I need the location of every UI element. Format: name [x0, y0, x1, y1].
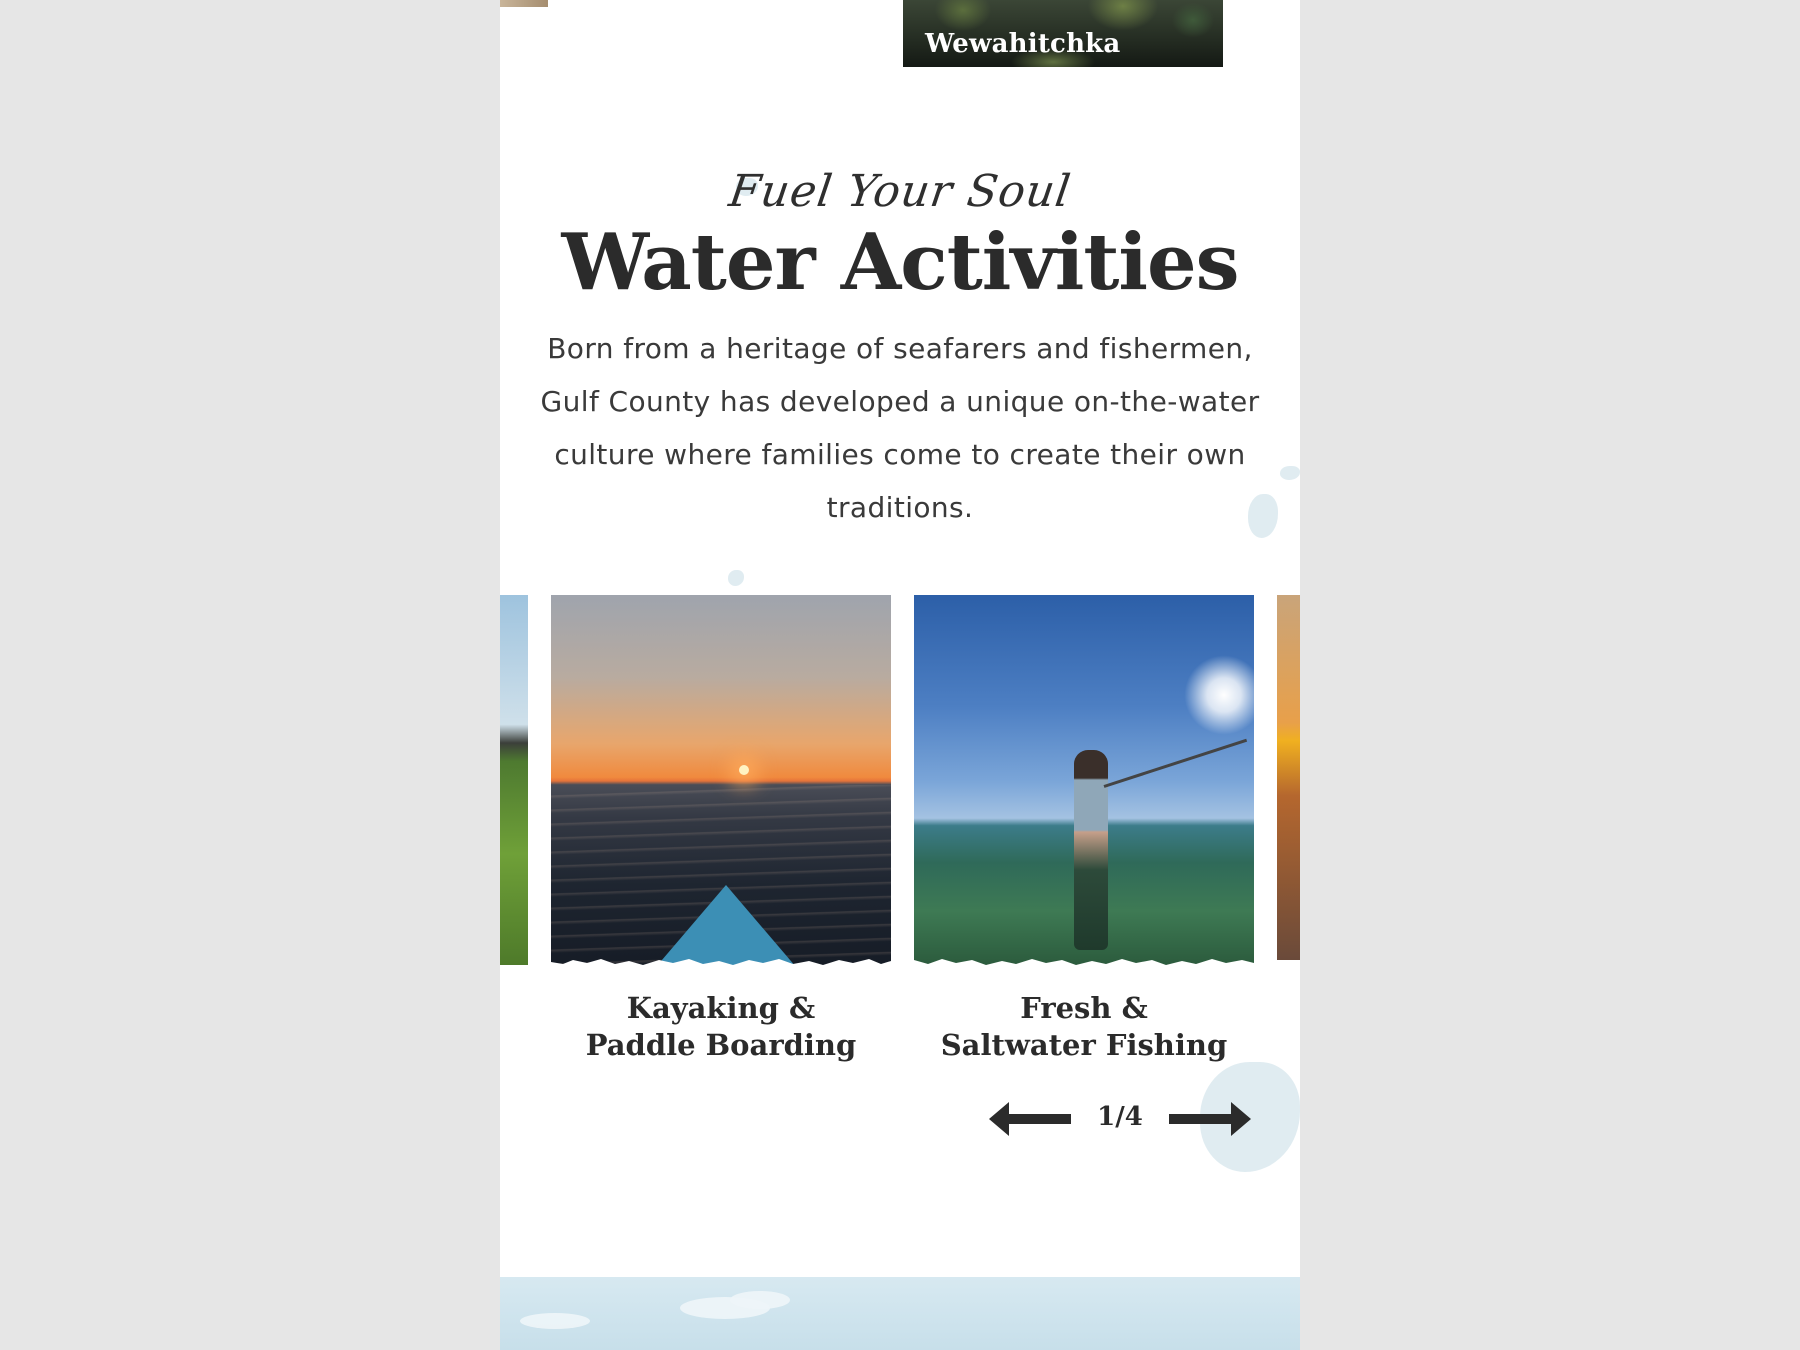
cloud: [730, 1291, 790, 1309]
location-card-wewahitchka[interactable]: Wewahitchka: [903, 0, 1223, 67]
decorative-blob: [728, 570, 744, 586]
sun-burst: [1184, 655, 1254, 735]
previous-card-photo[interactable]: [500, 595, 528, 965]
previous-location-thumbnail[interactable]: [500, 0, 548, 7]
cloud: [520, 1313, 590, 1329]
carousel-pager: 1/4: [985, 1098, 1255, 1140]
section-description: Born from a heritage of seafarers and fi…: [540, 331, 1260, 524]
previous-arrow-icon[interactable]: [985, 1098, 1075, 1140]
script-subtitle: Fuel Your Soul: [725, 166, 1075, 217]
caption-line-1: Kayaking &: [626, 991, 816, 1025]
fishing-rod: [1103, 738, 1248, 788]
next-card-photo[interactable]: [1277, 595, 1300, 960]
page-indicator: 1/4: [1097, 1102, 1143, 1132]
intro-section: Fuel Your Soul Water Activities Born fro…: [500, 166, 1300, 534]
card-caption[interactable]: Fresh & Saltwater Fishing: [914, 990, 1254, 1064]
woman-fishing-photo: [914, 595, 1254, 967]
section-heading: Water Activities: [561, 217, 1239, 308]
next-section-banner: [500, 1277, 1300, 1350]
page: Wewahitchka Fuel Your Soul Water Activit…: [500, 0, 1300, 1350]
torn-edge: [551, 959, 891, 967]
caption-line-2: Paddle Boarding: [585, 1028, 857, 1062]
activities-carousel[interactable]: Kayaking & Paddle Boarding Fresh & Saltw…: [500, 595, 1300, 1075]
caption-line-2: Saltwater Fishing: [940, 1028, 1228, 1062]
next-arrow-icon[interactable]: [1165, 1098, 1255, 1140]
location-card-label: Wewahitchka: [925, 29, 1121, 59]
torn-edge: [914, 959, 1254, 967]
sun-glow: [739, 765, 749, 775]
caption-line-1: Fresh &: [1020, 991, 1148, 1025]
card-caption[interactable]: Kayaking & Paddle Boarding: [551, 990, 891, 1064]
sunset-kayak-photo: [551, 595, 891, 967]
angler-figure: [1074, 750, 1108, 950]
